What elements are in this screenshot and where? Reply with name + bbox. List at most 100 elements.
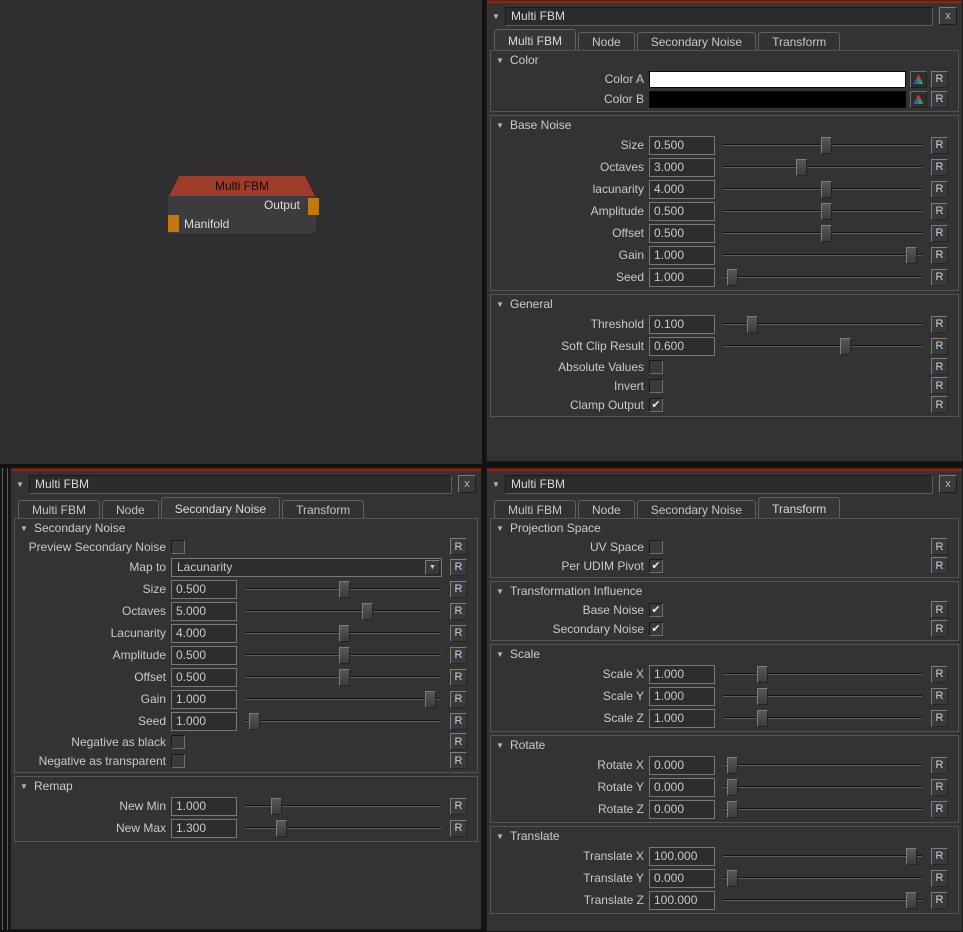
value-field[interactable]: 1.000 [171,712,237,731]
reset-button[interactable]: R [931,225,948,242]
section-header[interactable]: ▼Projection Space [491,519,958,537]
checkbox-per-udim-pivot[interactable]: ✔ [649,559,663,573]
tab-node[interactable]: Node [102,500,159,518]
tab-secondary-noise[interactable]: Secondary Noise [161,497,280,518]
tab-secondary-noise[interactable]: Secondary Noise [637,500,756,518]
slider-handle[interactable] [339,625,350,642]
reset-button[interactable]: R [931,71,948,88]
slider[interactable] [723,847,922,866]
slider[interactable] [723,756,922,775]
node-multi-fbm[interactable]: Multi FBM Output Manifold [168,175,316,234]
reset-button[interactable]: R [450,691,467,708]
collapse-triangle-icon[interactable]: ▼ [492,12,505,21]
value-field[interactable]: 0.000 [649,756,715,775]
value-field[interactable]: 5.000 [171,602,237,621]
slider[interactable] [723,224,922,243]
reset-button[interactable]: R [931,620,948,637]
slider[interactable] [723,778,922,797]
value-field[interactable]: 100.000 [649,891,715,910]
reset-button[interactable]: R [931,710,948,727]
reset-button[interactable]: R [931,557,948,574]
checkbox-base-noise[interactable]: ✔ [649,603,663,617]
value-field[interactable]: 1.000 [171,690,237,709]
slider-handle[interactable] [821,181,832,198]
collapse-triangle-icon[interactable]: ▼ [496,56,510,65]
slider[interactable] [723,869,922,888]
value-field[interactable]: 0.100 [649,315,715,334]
checkbox-clamp-output[interactable]: ✔ [649,398,663,412]
reset-button[interactable]: R [931,181,948,198]
slider-handle[interactable] [796,159,807,176]
reset-button[interactable]: R [931,269,948,286]
section-header[interactable]: ▼Base Noise [491,116,958,134]
value-field[interactable]: 1.000 [649,246,715,265]
slider-handle[interactable] [727,870,738,887]
slider-handle[interactable] [821,203,832,220]
slider-handle[interactable] [747,316,758,333]
collapse-triangle-icon[interactable]: ▼ [496,832,510,841]
value-field[interactable]: 0.000 [649,778,715,797]
checkbox-invert[interactable] [649,379,663,393]
reset-button[interactable]: R [450,625,467,642]
reset-button[interactable]: R [450,752,467,769]
color-swatch-color-b[interactable] [649,91,906,108]
collapse-triangle-icon[interactable]: ▼ [496,300,510,309]
slider-handle[interactable] [276,820,287,837]
checkbox-absolute-values[interactable] [649,360,663,374]
tab-transform[interactable]: Transform [758,32,840,50]
slider-handle[interactable] [271,798,282,815]
slider-handle[interactable] [906,892,917,909]
value-field[interactable]: 0.500 [649,224,715,243]
slider-handle[interactable] [727,757,738,774]
slider[interactable] [245,602,441,621]
slider-handle[interactable] [757,666,768,683]
reset-button[interactable]: R [931,892,948,909]
slider-handle[interactable] [757,710,768,727]
value-field[interactable]: 1.300 [171,819,237,838]
slider-handle[interactable] [727,269,738,286]
slider[interactable] [723,800,922,819]
tab-node[interactable]: Node [578,500,635,518]
collapse-triangle-icon[interactable]: ▼ [496,741,510,750]
node-graph-canvas[interactable]: Multi FBM Output Manifold [0,0,482,464]
slider-handle[interactable] [840,338,851,355]
collapse-triangle-icon[interactable]: ▼ [20,524,34,533]
reset-button[interactable]: R [450,713,467,730]
reset-button[interactable]: R [931,538,948,555]
slider-handle[interactable] [362,603,373,620]
slider[interactable] [245,668,441,687]
reset-button[interactable]: R [450,820,467,837]
collapse-triangle-icon[interactable]: ▼ [16,480,29,489]
section-header[interactable]: ▼Color [491,51,958,69]
value-field[interactable]: 0.500 [171,646,237,665]
value-field[interactable]: 1.000 [649,687,715,706]
slider[interactable] [723,891,922,910]
reset-button[interactable]: R [931,377,948,394]
slider-handle[interactable] [727,801,738,818]
tab-transform[interactable]: Transform [758,497,840,518]
value-field[interactable]: 0.600 [649,337,715,356]
tab-transform[interactable]: Transform [282,500,364,518]
value-field[interactable]: 0.500 [649,136,715,155]
reset-button[interactable]: R [931,203,948,220]
dropdown-map-to[interactable]: Lacunarity▼ [171,558,442,577]
slider[interactable] [723,709,922,728]
collapse-triangle-icon[interactable]: ▼ [496,587,510,596]
slider[interactable] [245,690,441,709]
reset-button[interactable]: R [450,669,467,686]
reset-button[interactable]: R [450,733,467,750]
section-header[interactable]: ▼Remap [15,777,477,795]
reset-button[interactable]: R [450,559,467,576]
value-field[interactable]: 3.000 [649,158,715,177]
value-field[interactable]: 0.500 [171,668,237,687]
collapse-triangle-icon[interactable]: ▼ [496,121,510,130]
reset-button[interactable]: R [931,870,948,887]
reset-button[interactable]: R [450,798,467,815]
value-field[interactable]: 1.000 [171,797,237,816]
slider-handle[interactable] [727,779,738,796]
section-header[interactable]: ▼Scale [491,645,958,663]
reset-button[interactable]: R [931,91,948,108]
slider[interactable] [245,624,441,643]
reset-button[interactable]: R [931,316,948,333]
slider-handle[interactable] [339,647,350,664]
